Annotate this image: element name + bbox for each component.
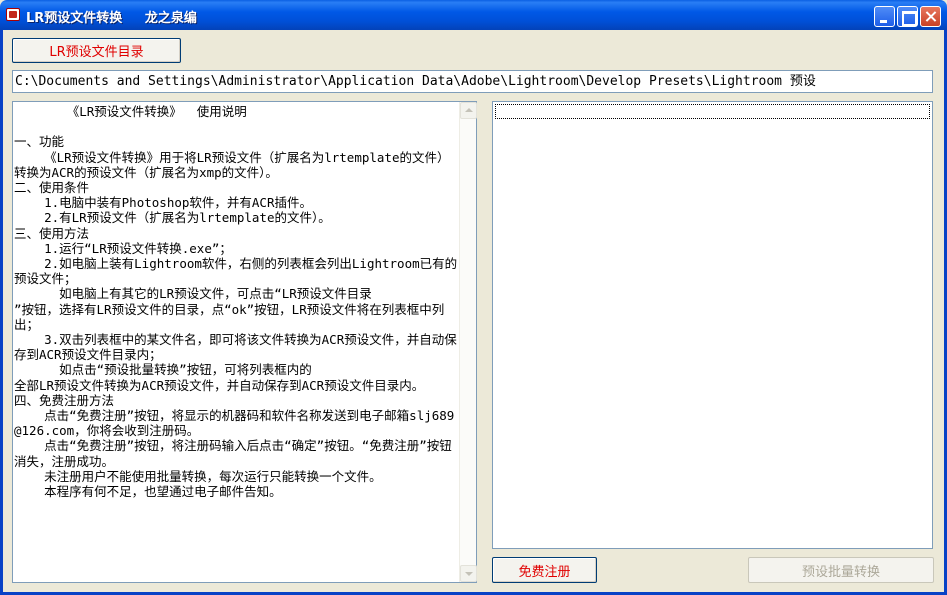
- batch-convert-button[interactable]: 预设批量转换: [748, 557, 934, 583]
- minimize-button[interactable]: [874, 6, 895, 27]
- instructions-textarea[interactable]: 《LR预设文件转换》 使用说明 一、功能 《LR预设文件转换》用于将LR预设文件…: [12, 101, 477, 583]
- maximize-button[interactable]: [897, 6, 918, 27]
- scroll-up-arrow-icon[interactable]: [460, 102, 477, 119]
- window-frame-left: [0, 30, 3, 595]
- close-button[interactable]: [920, 6, 941, 27]
- instructions-text: 《LR预设文件转换》 使用说明 一、功能 《LR预设文件转换》用于将LR预设文件…: [14, 104, 458, 500]
- preset-file-listbox[interactable]: [492, 101, 933, 549]
- listbox-focus-rect: [495, 104, 930, 119]
- lr-preset-dir-button[interactable]: LR预设文件目录: [12, 38, 181, 63]
- free-register-button[interactable]: 免费注册: [492, 557, 597, 583]
- window-title: LR预设文件转换 龙之泉编: [26, 11, 197, 26]
- instructions-scrollbar[interactable]: [459, 102, 477, 582]
- title-bar[interactable]: LR预设文件转换 龙之泉编: [0, 0, 947, 30]
- scroll-down-arrow-icon[interactable]: [460, 565, 477, 582]
- app-icon[interactable]: [6, 8, 20, 21]
- preset-path-field[interactable]: C:\Documents and Settings\Administrator\…: [12, 70, 933, 93]
